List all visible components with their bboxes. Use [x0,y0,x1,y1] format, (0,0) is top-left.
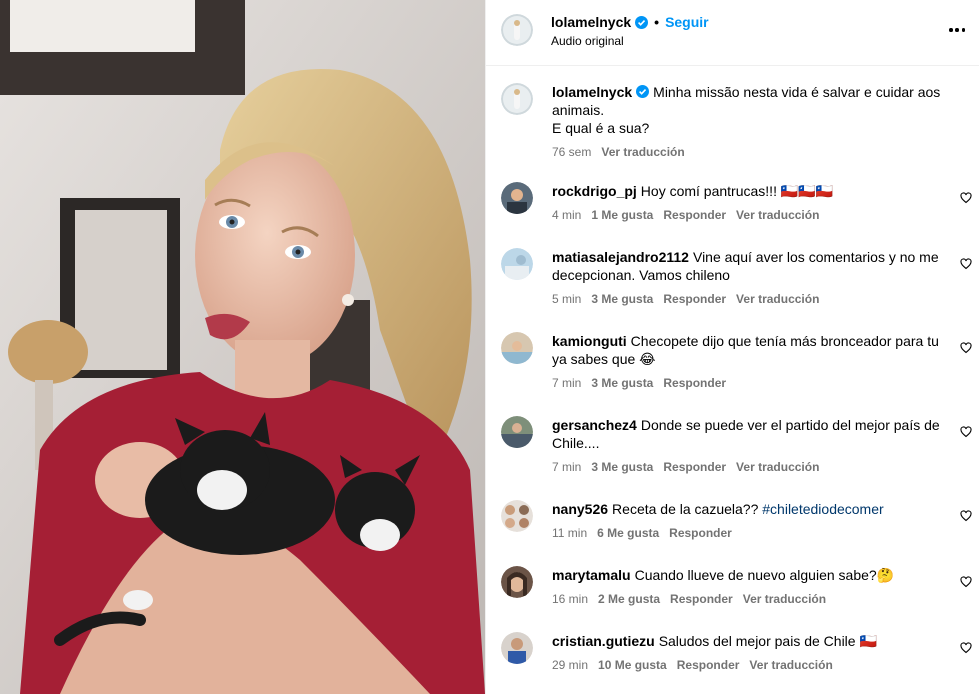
post-side-panel: lolamelnyck • Seguir Audio original lola… [485,0,979,694]
comment-likes[interactable]: 1 Me gusta [591,208,653,222]
comment-time[interactable]: 16 min [552,592,588,606]
separator-dot: • [654,14,660,30]
translate-link[interactable]: Ver traducción [743,592,826,606]
comment-likes[interactable]: 6 Me gusta [597,526,659,540]
caption-translate-link[interactable]: Ver traducción [601,145,684,159]
caption-text-line2: E qual é a sua? [552,120,650,136]
reply-button[interactable]: Responder [663,460,726,474]
comment-username[interactable]: kamionguti [552,333,627,349]
follow-button[interactable]: Seguir [665,14,709,30]
like-heart-icon[interactable] [960,510,972,522]
commenter-avatar[interactable] [501,566,533,598]
translate-link[interactable]: Ver traducción [749,658,832,672]
comment-likes[interactable]: 10 Me gusta [598,658,667,672]
commenter-avatar[interactable] [501,182,533,214]
comment-time[interactable]: 11 min [552,526,587,540]
comment-text: Receta de la cazuela?? [612,501,759,517]
reply-button[interactable]: Responder [669,526,732,540]
comment-hashtag[interactable]: #chiletediodecomer [762,501,883,517]
reply-button[interactable]: Responder [670,592,733,606]
reply-button[interactable]: Responder [663,376,726,390]
author-username[interactable]: lolamelnyck [551,14,631,30]
post-header: lolamelnyck • Seguir Audio original [486,0,979,66]
reply-button[interactable]: Responder [663,208,726,222]
commenter-avatar[interactable] [501,416,533,448]
like-heart-icon[interactable] [960,642,972,654]
verified-badge-icon [635,15,649,29]
comment-time[interactable]: 5 min [552,292,581,306]
reply-button[interactable]: Responder [677,658,740,672]
like-heart-icon[interactable] [960,342,972,354]
caption-time[interactable]: 76 sem [552,145,591,159]
more-options-icon[interactable] [949,28,965,32]
translate-link[interactable]: Ver traducción [736,292,819,306]
caption-username[interactable]: lolamelnyck [552,84,632,100]
commenter-avatar[interactable] [501,632,533,664]
comment-username[interactable]: gersanchez4 [552,417,637,433]
comments-list[interactable]: lolamelnyck Minha missão nesta vida é sal… [486,67,979,694]
video-frame-illustration [0,0,485,694]
comment-likes[interactable]: 3 Me gusta [591,292,653,306]
comment-username[interactable]: matiasalejandro2112 [552,249,689,265]
post-video[interactable] [0,0,485,694]
translate-link[interactable]: Ver traducción [736,460,819,474]
comment-likes[interactable]: 2 Me gusta [598,592,660,606]
like-heart-icon[interactable] [960,426,972,438]
like-heart-icon[interactable] [960,576,972,588]
reply-button[interactable]: Responder [663,292,726,306]
translate-link[interactable]: Ver traducción [736,208,819,222]
comment-username[interactable]: cristian.gutiezu [552,633,655,649]
comment-text: Hoy comí pantrucas!!! 🇨🇱🇨🇱🇨🇱 [640,183,834,199]
audio-link[interactable]: Audio original [551,34,624,48]
like-heart-icon[interactable] [960,192,972,204]
verified-badge-icon [636,85,650,98]
like-heart-icon[interactable] [960,258,972,270]
commenter-avatar[interactable] [501,248,533,280]
commenter-avatar[interactable] [501,500,533,532]
comment-text: Cuando llueve de nuevo alguien sabe?🤔 [634,567,895,583]
commenter-avatar[interactable] [501,332,533,364]
comment-likes[interactable]: 3 Me gusta [591,376,653,390]
comment-username[interactable]: marytamalu [552,567,631,583]
comment-username[interactable]: nany526 [552,501,608,517]
comment-time[interactable]: 7 min [552,376,581,390]
comment-likes[interactable]: 3 Me gusta [591,460,653,474]
comment-username[interactable]: rockdrigo_pj [552,183,637,199]
comment-time[interactable]: 29 min [552,658,588,672]
comment-time[interactable]: 7 min [552,460,581,474]
author-avatar[interactable] [501,14,533,46]
comment-text: Saludos del mejor pais de Chile 🇨🇱 [658,633,877,649]
comment-time[interactable]: 4 min [552,208,581,222]
caption-author-avatar[interactable] [501,83,533,115]
